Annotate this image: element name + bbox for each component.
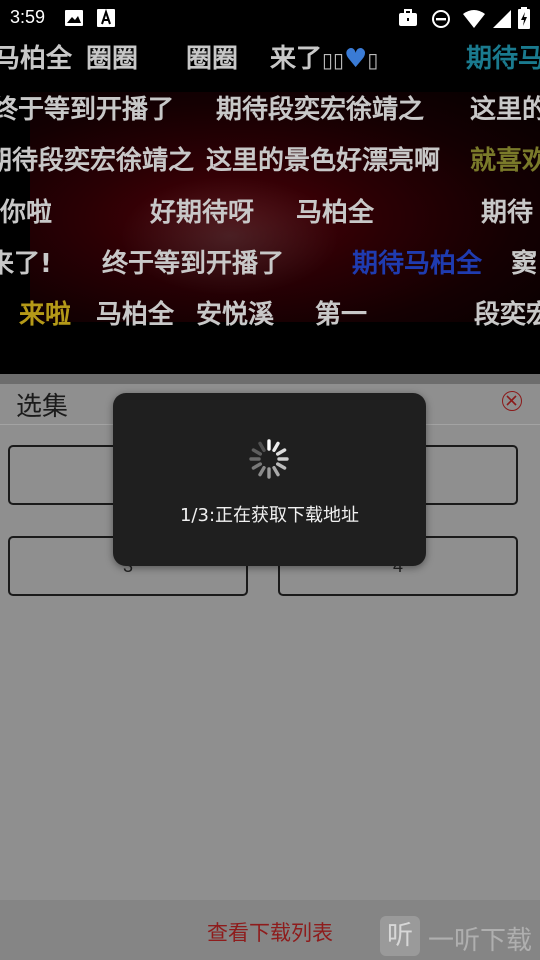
- panel-title: 选集: [16, 392, 69, 422]
- watermark-text: 一听下载: [428, 926, 533, 956]
- cellular-signal-icon: [492, 9, 512, 33]
- danmaku-comment: 终于等到开播了: [0, 95, 175, 125]
- divider: [0, 374, 540, 384]
- video-player[interactable]: 马柏全 圈圈 圈圈 来了▯▯♥▯ 期待马 终于等到开播了 期待段奕宏徐靖之 这里…: [0, 36, 540, 374]
- danmaku-comment: 期待段奕宏徐靖之: [216, 95, 425, 125]
- danmaku-comment: 期待段奕宏徐靖之: [0, 146, 195, 176]
- battery-charging-icon: [518, 7, 530, 33]
- danmaku-comment: 圈圈: [86, 44, 139, 74]
- danmaku-comment: 窦: [511, 249, 538, 279]
- image-notification-icon: [64, 9, 84, 31]
- wifi-icon: [462, 9, 486, 33]
- danmaku-comment: 就喜欢: [470, 146, 540, 176]
- do-not-disturb-icon: [431, 9, 451, 33]
- danmaku-comment: 来了▯▯♥▯: [270, 44, 379, 74]
- danmaku-comment: 你啦: [0, 198, 53, 228]
- watermark: 听 一听下载: [380, 916, 540, 956]
- danmaku-comment: 段奕宏: [474, 300, 540, 330]
- close-icon: [506, 395, 517, 406]
- danmaku-comment: 第一: [315, 300, 368, 330]
- danmaku-comment: 好期待呀: [150, 198, 255, 228]
- danmaku-comment: 这里的景色好漂亮啊: [206, 146, 441, 176]
- loading-spinner-icon: [249, 439, 289, 479]
- danmaku-comment: 终于等到开播了: [102, 249, 285, 279]
- status-bar: 3:59: [0, 0, 540, 36]
- watermark-logo-icon: 听: [380, 916, 420, 956]
- danmaku-comment: 期待马: [466, 44, 540, 74]
- danmaku-comment: 期待马柏全: [352, 249, 483, 279]
- danmaku-comment: 来了!: [0, 249, 52, 279]
- loading-dialog: 1/3:正在获取下载地址: [113, 393, 426, 566]
- close-button[interactable]: [502, 391, 522, 411]
- briefcase-icon: [398, 9, 418, 31]
- danmaku-comment: 来啦: [19, 300, 72, 330]
- danmaku-comment: 这里的: [470, 95, 540, 125]
- danmaku-comment: 马柏全: [0, 44, 73, 74]
- danmaku-comment: 马柏全: [296, 198, 375, 228]
- danmaku-comment: 马柏全: [96, 300, 175, 330]
- status-time: 3:59: [10, 7, 46, 27]
- font-notification-icon: [97, 8, 115, 31]
- danmaku-comment: 期待: [481, 198, 534, 228]
- danmaku-comment: 安悦溪: [196, 300, 275, 330]
- loading-message: 1/3:正在获取下载地址: [179, 505, 360, 526]
- danmaku-comment: 圈圈: [186, 44, 239, 74]
